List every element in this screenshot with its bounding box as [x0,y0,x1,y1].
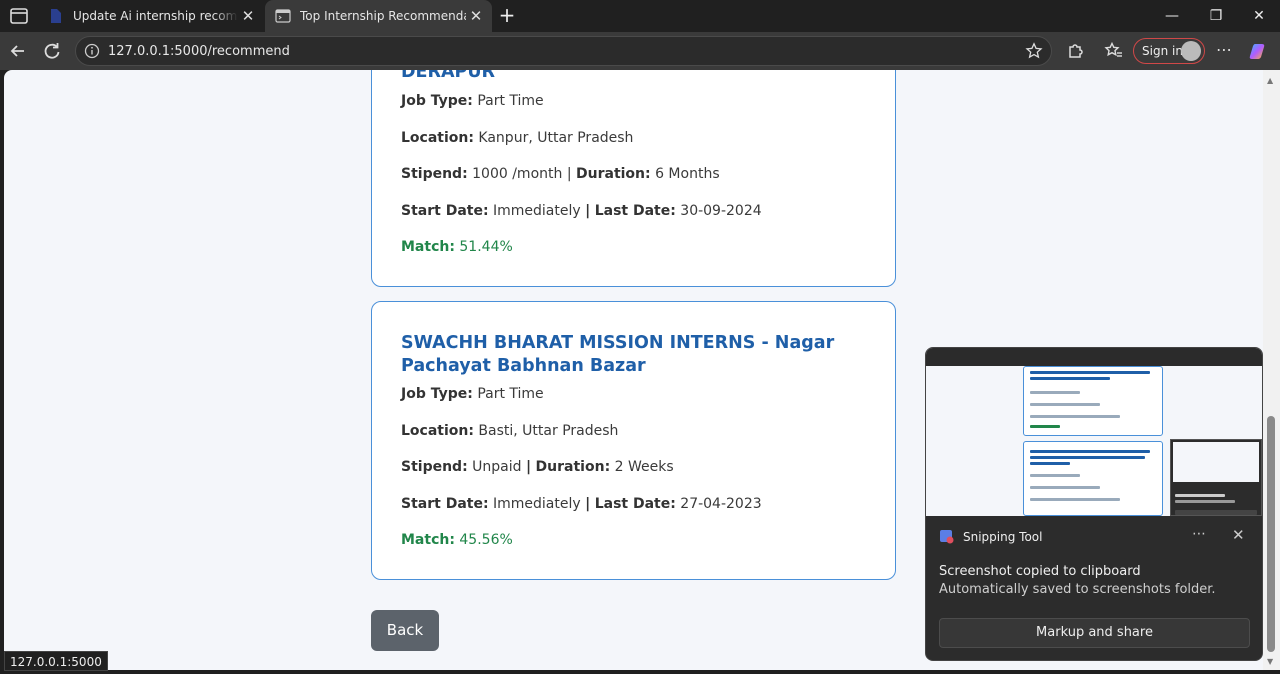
location-row: Location: Kanpur, Uttar Pradesh [401,130,633,146]
internship-title: DERAPUR [401,70,496,82]
location-value: Basti, Uttar Pradesh [478,423,619,439]
more-options-icon[interactable]: ⋯ [1214,41,1234,61]
location-row: Location: Basti, Uttar Pradesh [401,423,618,439]
separator: | [585,203,591,219]
match-row: Match: 45.56% [401,532,513,548]
terminal-favicon-icon [275,9,291,23]
new-tab-icon[interactable]: + [497,4,517,26]
tab-bar: Update Ai internship recommend ✕ Top Int… [0,0,1280,32]
stipend-value: Unpaid [472,459,522,475]
close-tab-icon[interactable]: ✕ [466,7,486,25]
notification-sub-message: Automatically saved to screenshots folde… [939,582,1216,597]
tab-title: Update Ai internship recommend [73,9,238,23]
location-label: Location: [401,130,474,146]
dates-row: Start Date: Immediately | Last Date: 30-… [401,203,762,219]
notification-message: Screenshot copied to clipboard [939,564,1141,579]
stipend-label: Stipend: [401,166,468,182]
extensions-icon[interactable] [1065,41,1085,61]
stipend-value: 1000 /month [472,166,563,182]
tab-update-ai-internship[interactable]: Update Ai internship recommend ✕ [38,0,264,32]
match-value: 51.44% [459,239,513,255]
last-date-value: 30-09-2024 [680,203,762,219]
last-date-label: Last Date: [594,496,676,512]
separator: | [566,166,572,182]
back-button[interactable]: Back [371,610,439,651]
duration-value: 2 Weeks [614,459,674,475]
url-text: 127.0.0.1:5000/recommend [108,44,290,59]
scrollbar-thumb[interactable] [1267,416,1275,652]
document-favicon-icon [51,9,61,23]
last-date-value: 27-04-2023 [680,496,762,512]
start-date-label: Start Date: [401,496,489,512]
sidebar-toggle-icon[interactable] [8,6,30,26]
close-window-icon[interactable]: ✕ [1237,0,1280,32]
location-value: Kanpur, Uttar Pradesh [478,130,634,146]
browser-toolbar: 127.0.0.1:5000/recommend Sign in ⋯ [0,32,1280,70]
job-type-label: Job Type: [401,93,473,109]
job-type-row: Job Type: Part Time [401,93,544,109]
close-tab-icon[interactable]: ✕ [238,7,258,25]
last-date-label: Last Date: [594,203,676,219]
screenshot-thumbnail[interactable] [926,348,1262,516]
separator: | [525,459,532,475]
duration-label: Duration: [576,166,651,182]
duration-label: Duration: [535,459,611,475]
snipping-tool-icon [940,530,954,544]
job-type-label: Job Type: [401,386,473,402]
back-arrow-icon[interactable] [8,41,28,61]
scroll-up-icon[interactable]: ▲ [1267,76,1273,85]
status-bar-url: 127.0.0.1:5000 [4,651,108,671]
start-date-value: Immediately [493,496,581,512]
favorite-star-icon[interactable] [1025,42,1043,60]
reload-icon[interactable] [42,41,62,61]
dates-row: Start Date: Immediately | Last Date: 27-… [401,496,762,512]
page-scrollbar[interactable]: ▲ ▼ [1263,70,1280,670]
job-type-value: Part Time [477,93,544,109]
markup-and-share-button[interactable]: Markup and share [939,618,1250,648]
job-type-value: Part Time [477,386,544,402]
internship-card: DERAPUR Job Type: Part Time Location: Ka… [371,70,896,287]
stipend-label: Stipend: [401,459,468,475]
tab-title: Top Internship Recommendations [300,9,466,23]
address-bar[interactable]: 127.0.0.1:5000/recommend [75,36,1052,66]
scroll-down-icon[interactable]: ▼ [1267,657,1273,666]
favorites-icon[interactable] [1104,41,1124,61]
job-type-row: Job Type: Part Time [401,386,544,402]
match-row: Match: 51.44% [401,239,513,255]
close-notification-icon[interactable]: ✕ [1232,526,1245,544]
sign-in-label: Sign in [1142,44,1183,58]
notification-header: Snipping Tool [939,529,1042,545]
start-date-label: Start Date: [401,203,489,219]
match-label: Match: [401,532,455,548]
start-date-value: Immediately [493,203,581,219]
more-options-icon[interactable]: ⋯ [1192,526,1206,542]
internship-card: SWACHH BHARAT MISSION INTERNS - Nagar Pa… [371,301,896,580]
restore-icon[interactable]: ❐ [1194,0,1238,32]
location-label: Location: [401,423,474,439]
tab-top-internship-recommendations[interactable]: Top Internship Recommendations ✕ [265,0,492,32]
app-name: Snipping Tool [963,530,1043,544]
copilot-icon[interactable] [1249,41,1269,61]
internship-title: SWACHH BHARAT MISSION INTERNS - Nagar Pa… [401,333,835,376]
stipend-duration-row: Stipend: Unpaid | Duration: 2 Weeks [401,459,674,475]
duration-value: 6 Months [655,166,720,182]
profile-avatar-icon [1181,41,1201,61]
stipend-duration-row: Stipend: 1000 /month | Duration: 6 Month… [401,166,720,182]
minimize-icon[interactable]: — [1150,0,1194,32]
snipping-tool-notification[interactable]: Snipping Tool ⋯ ✕ Screenshot copied to c… [925,347,1263,661]
site-info-icon[interactable] [84,43,100,59]
match-value: 45.56% [459,532,513,548]
separator: | [585,496,591,512]
match-label: Match: [401,239,455,255]
sign-in-button[interactable]: Sign in [1133,38,1205,64]
